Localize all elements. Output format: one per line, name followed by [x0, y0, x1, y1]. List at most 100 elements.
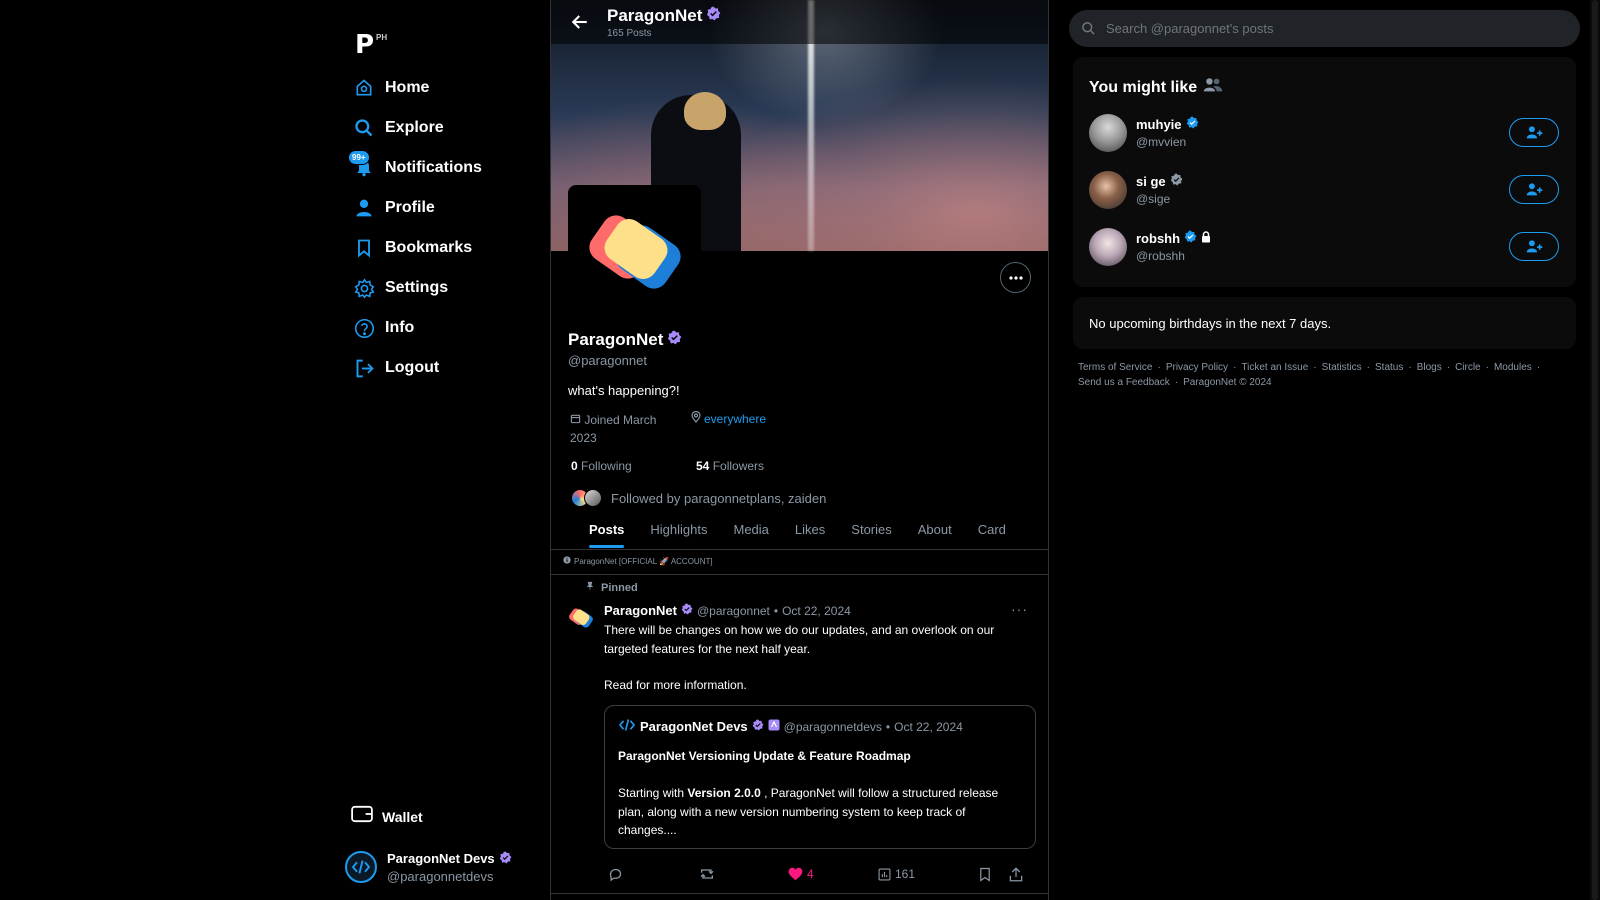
tab-about[interactable]: About	[918, 514, 952, 549]
account-avatar	[345, 851, 377, 883]
quoted-body-prefix: Starting with	[618, 786, 688, 800]
footer-link-circle[interactable]: Circle	[1455, 362, 1481, 373]
suggestion-row[interactable]: robshh @robshh	[1089, 228, 1559, 270]
footer-link-status[interactable]: Status	[1375, 362, 1403, 373]
location-text: everywhere	[704, 411, 767, 426]
post-more-button[interactable]: ···	[1011, 601, 1028, 617]
followers-stat[interactable]: 54 Followers	[696, 459, 764, 473]
footer-separator: ·	[1536, 362, 1541, 373]
suggestion-name-row: muhyie	[1136, 116, 1199, 132]
nav-home[interactable]: Home	[353, 73, 429, 103]
tab-stories[interactable]: Stories	[851, 514, 891, 549]
tab-highlights[interactable]: Highlights	[650, 514, 707, 549]
reply-button[interactable]	[608, 867, 623, 882]
followed-by-text: Followed by paragonnetplans, zaiden	[611, 490, 827, 506]
view-count: 161	[895, 867, 916, 881]
suggestion-name: si ge	[1136, 173, 1166, 189]
chart-icon	[878, 868, 891, 880]
suggestion-name: robshh	[1136, 230, 1181, 246]
suggestion-name-row: si ge	[1136, 173, 1183, 189]
account-switcher[interactable]: ParagonNet Devs @paragonnetdevs	[345, 847, 545, 887]
header-posts-count: 165 Posts	[607, 27, 652, 39]
profile-location[interactable]: everywhere	[691, 410, 767, 426]
nav-bookmarks-label: Bookmarks	[385, 239, 473, 256]
suggestion-name: muhyie	[1136, 116, 1182, 132]
following-stat[interactable]: 0 Following	[571, 459, 632, 473]
footer-separator: ·	[1157, 362, 1161, 373]
who-to-follow-card: You might like muhyie @mvvien si ge @sig…	[1073, 57, 1576, 287]
footer-link-statistics[interactable]: Statistics	[1322, 362, 1362, 373]
tab-posts[interactable]: Posts	[589, 514, 625, 549]
post-author-handle[interactable]: @paragonnet	[697, 604, 770, 618]
post-body: There will be changes on how we do our u…	[604, 621, 1024, 695]
ellipsis-icon	[1008, 275, 1023, 280]
follow-button[interactable]	[1509, 232, 1559, 261]
calendar-icon	[570, 413, 581, 427]
nav-notifications[interactable]: 99+ Notifications	[348, 150, 482, 183]
account-name: ParagonNet Devs	[387, 851, 495, 866]
nav-profile[interactable]: Profile	[353, 193, 435, 223]
verified-badge-icon	[1184, 230, 1197, 246]
nav-explore[interactable]: Explore	[353, 113, 444, 143]
location-pin-icon	[691, 410, 701, 426]
footer-link-terms[interactable]: Terms of Service	[1078, 362, 1152, 373]
suggestion-row[interactable]: si ge @sige	[1089, 171, 1559, 213]
share-button[interactable]	[1009, 867, 1023, 882]
quoted-separator: •	[885, 719, 891, 734]
profile-avatar[interactable]	[568, 185, 701, 318]
app-logo[interactable]: P PH	[355, 30, 395, 64]
following-count: 0	[571, 459, 578, 473]
tab-media[interactable]: Media	[734, 514, 769, 549]
logout-icon	[353, 357, 375, 379]
footer-link-feedback[interactable]: Send us a Feedback	[1078, 377, 1170, 388]
followed-by[interactable]: Followed by paragonnetplans, zaiden	[571, 487, 826, 509]
verified-badge-icon	[1186, 116, 1199, 132]
like-button[interactable]: 4	[788, 867, 814, 881]
footer-link-modules[interactable]: Modules	[1494, 362, 1532, 373]
profile-more-button[interactable]	[1000, 262, 1031, 293]
post-author-name[interactable]: ParagonNet	[604, 603, 677, 618]
gear-icon	[353, 277, 375, 299]
logo-superscript: PH	[376, 33, 388, 42]
quoted-author-name: ParagonNet Devs	[640, 719, 748, 734]
post-date[interactable]: Oct 22, 2024	[782, 604, 851, 618]
code-icon	[618, 718, 636, 735]
repost-button[interactable]	[699, 867, 715, 881]
follow-button[interactable]	[1509, 118, 1559, 147]
views-button[interactable]: 161	[878, 867, 915, 881]
bell-icon: 99+	[348, 150, 375, 179]
footer-link-privacy[interactable]: Privacy Policy	[1166, 362, 1228, 373]
nav-settings-label: Settings	[385, 279, 449, 296]
nav-logout-label: Logout	[385, 359, 440, 376]
post-separator: •	[773, 603, 779, 618]
back-button[interactable]	[567, 9, 593, 35]
info-icon	[563, 556, 571, 566]
quoted-post-header: ParagonNet Devs @paragonnetdevs • Oct 22…	[618, 718, 963, 735]
nav-bookmarks[interactable]: Bookmarks	[353, 233, 472, 263]
suggestion-row[interactable]: muhyie @mvvien	[1089, 114, 1559, 156]
scrollbar-thumb[interactable]	[1592, 0, 1598, 900]
search-input[interactable]	[1106, 21, 1546, 36]
joined-text: Joined March 2023	[570, 413, 657, 445]
add-user-icon	[1526, 126, 1542, 139]
follow-button[interactable]	[1509, 175, 1559, 204]
quoted-post[interactable]: ParagonNet Devs @paragonnetdevs • Oct 22…	[604, 705, 1036, 849]
verified-badge-icon	[1170, 173, 1183, 189]
nav-logout[interactable]: Logout	[353, 353, 439, 383]
post-author-avatar[interactable]	[568, 605, 594, 631]
nav-settings[interactable]: Settings	[353, 273, 448, 303]
tab-likes[interactable]: Likes	[795, 514, 825, 549]
nav-info[interactable]: Info	[353, 313, 414, 343]
page-scrollbar[interactable]	[1590, 0, 1600, 900]
profile-search[interactable]	[1069, 10, 1580, 47]
suggestion-handle: @mvvien	[1136, 135, 1187, 149]
wallet-button[interactable]: Wallet	[351, 805, 423, 828]
pinned-post[interactable]: Pinned ParagonNet @paragonnet • Oct 22, …	[551, 574, 1048, 894]
official-account-note: ParagonNet [OFFICIAL 🚀 ACCOUNT]	[563, 556, 713, 566]
bookmark-button[interactable]	[979, 867, 991, 882]
tab-card[interactable]: Card	[978, 514, 1006, 549]
footer-link-ticket[interactable]: Ticket an Issue	[1241, 362, 1308, 373]
followers-count: 54	[696, 459, 710, 473]
footer-link-blogs[interactable]: Blogs	[1417, 362, 1442, 373]
quoted-date: Oct 22, 2024	[894, 719, 963, 734]
